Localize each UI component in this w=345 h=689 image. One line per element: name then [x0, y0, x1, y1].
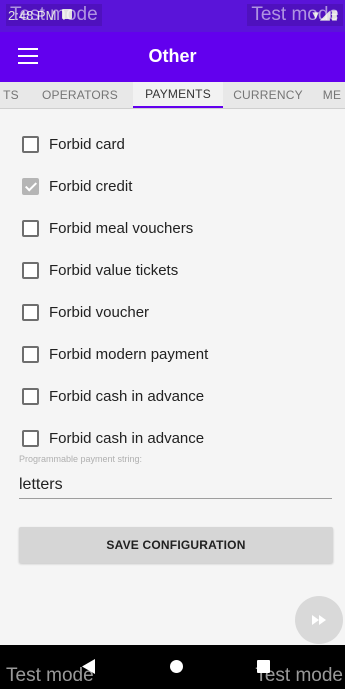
save-configuration-button[interactable]: SAVE CONFIGURATION [19, 527, 333, 563]
tab-operators[interactable]: OPERATORS [28, 82, 132, 108]
back-icon[interactable] [82, 659, 96, 674]
checkbox[interactable] [22, 345, 39, 363]
checkbox-checked[interactable] [22, 177, 39, 195]
payment-string-input[interactable] [19, 472, 332, 499]
checkbox[interactable] [22, 387, 39, 405]
notification-icon [62, 9, 72, 19]
tab-bar: TS OPERATORS PAYMENTS CURRENCY ME [0, 82, 345, 109]
status-bar: 2:48 PM ▾◢▮ [0, 0, 345, 32]
navigation-bar [0, 645, 345, 689]
option-forbid-modern-payment[interactable]: Forbid modern payment [22, 343, 208, 365]
tab-payments[interactable]: PAYMENTS [133, 82, 223, 108]
tab-currency[interactable]: CURRENCY [226, 82, 310, 108]
home-icon[interactable] [170, 660, 183, 673]
option-label: Forbid cash in advance [49, 387, 205, 405]
checkbox[interactable] [22, 303, 39, 321]
checkbox[interactable] [22, 429, 39, 447]
option-label: Forbid voucher [49, 303, 150, 321]
option-forbid-credit[interactable]: Forbid credit [22, 175, 132, 197]
option-label: Forbid modern payment [49, 345, 209, 363]
option-forbid-voucher[interactable]: Forbid voucher [22, 301, 149, 323]
option-forbid-cash-in-advance-2[interactable]: Forbid cash in advance [22, 427, 204, 449]
fast-forward-icon [312, 615, 326, 625]
app-bar: Other [0, 32, 345, 82]
status-time: 2:48 PM [8, 8, 57, 23]
option-forbid-card[interactable]: Forbid card [22, 133, 125, 155]
option-label: Forbid cash in advance [49, 429, 205, 447]
fast-forward-button[interactable] [295, 596, 343, 644]
recents-icon[interactable] [257, 660, 270, 673]
option-label: Forbid value tickets [49, 261, 179, 279]
status-icons: ▾◢▮ [312, 7, 339, 22]
option-forbid-cash-in-advance[interactable]: Forbid cash in advance [22, 385, 204, 407]
tab-partial-right[interactable]: ME [312, 82, 345, 108]
checkbox[interactable] [22, 219, 39, 237]
tab-partial-left[interactable]: TS [0, 82, 24, 108]
checkbox[interactable] [22, 261, 39, 279]
option-label: Forbid meal vouchers [49, 219, 194, 237]
page-title: Other [148, 46, 197, 66]
checkbox[interactable] [22, 135, 39, 153]
option-label: Forbid credit [49, 177, 133, 195]
payment-string-caption: Programmable payment string: [19, 454, 143, 464]
option-label: Forbid card [49, 135, 125, 153]
option-forbid-value-tickets[interactable]: Forbid value tickets [22, 259, 178, 281]
option-forbid-meal-vouchers[interactable]: Forbid meal vouchers [22, 217, 193, 239]
